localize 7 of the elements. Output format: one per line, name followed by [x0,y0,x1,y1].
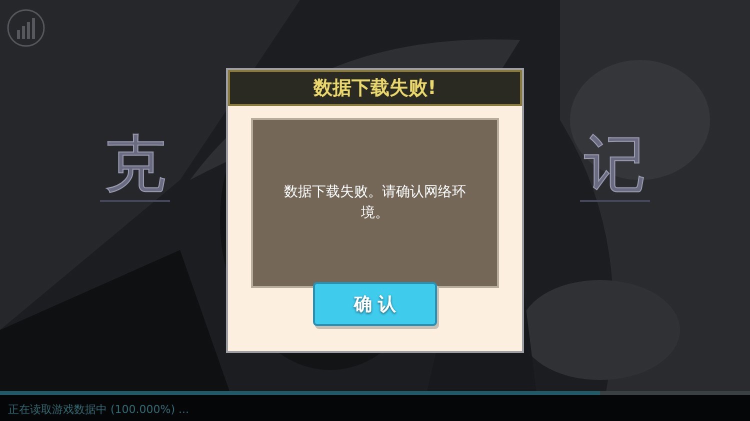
confirm-button[interactable]: 确 认 [313,282,437,326]
game-logo: 记 [580,128,650,202]
signal-icon[interactable] [6,8,46,48]
game-logo: 克 [100,128,170,202]
dialog-title: 数据下载失败! [314,76,436,101]
loading-status: 正在读取游戏数据中 (100.000%) ... [7,402,190,417]
error-message: 数据下载失败。请确认网络环境。 [283,183,467,223]
